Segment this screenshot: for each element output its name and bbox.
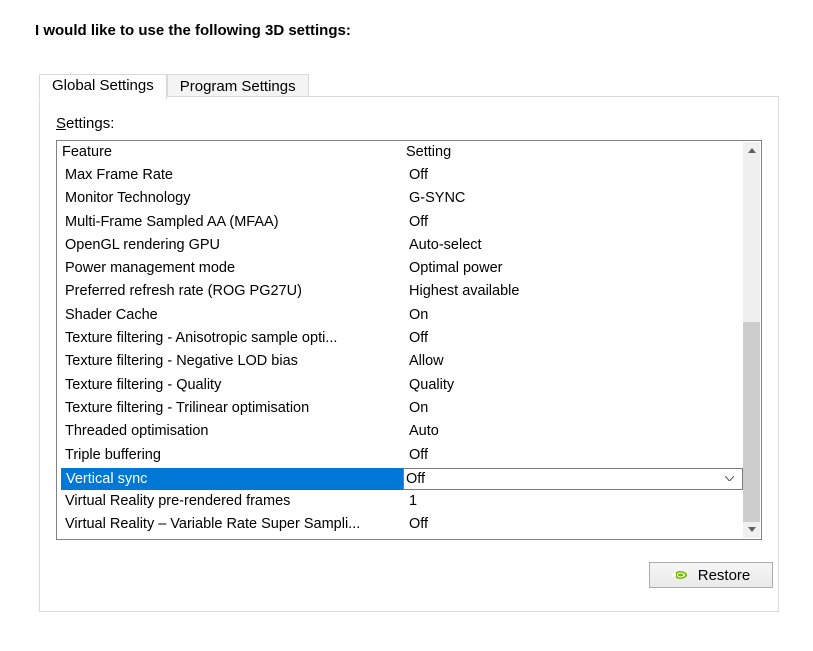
table-row[interactable]: Monitor TechnologyG-SYNC [57,187,743,210]
setting-cell: Allow [407,350,743,373]
setting-cell: Auto [407,420,743,443]
setting-dropdown[interactable]: Off [403,468,743,490]
table-header: FeatureSetting [57,141,743,164]
feature-cell: Triple buffering [61,444,407,467]
table-row[interactable]: Virtual Reality – Variable Rate Super Sa… [57,513,743,536]
feature-cell: Preferred refresh rate (ROG PG27U) [61,280,407,303]
scrollbar[interactable] [743,142,760,538]
setting-cell: On [407,397,743,420]
feature-cell: Texture filtering - Trilinear optimisati… [61,397,407,420]
table-row[interactable]: Vertical syncOff [57,467,743,490]
table-row[interactable]: Triple bufferingOff [57,444,743,467]
feature-cell: Max Frame Rate [61,164,407,187]
feature-cell: Virtual Reality pre-rendered frames [61,490,407,513]
scroll-thumb[interactable] [743,322,760,522]
column-header-feature: Feature [61,141,404,164]
table-row[interactable]: Threaded optimisationAuto [57,420,743,443]
feature-cell: Texture filtering - Anisotropic sample o… [61,327,407,350]
setting-cell: On [407,304,743,327]
setting-cell: Off [407,164,743,187]
feature-cell: Texture filtering - Negative LOD bias [61,350,407,373]
table-row[interactable]: Multi-Frame Sampled AA (MFAA)Off [57,211,743,234]
table-row[interactable]: Shader CacheOn [57,304,743,327]
feature-cell: Texture filtering - Quality [61,374,407,397]
scroll-down-button[interactable] [743,521,760,538]
settings-label: Settings: [56,115,114,132]
scroll-up-button[interactable] [743,142,760,159]
restore-button[interactable]: Restore [649,562,773,588]
settings-label-text: ettings: [66,115,114,132]
setting-cell: Quality [407,374,743,397]
table-row[interactable]: Texture filtering - Negative LOD biasAll… [57,350,743,373]
feature-cell: Monitor Technology [61,187,407,210]
column-header-setting: Setting [404,141,743,164]
settings-listbox[interactable]: FeatureSettingMax Frame RateOffMonitor T… [56,140,762,540]
setting-cell: Off [407,513,743,536]
feature-cell: Vertical sync [61,468,403,490]
table-row[interactable]: Max Frame RateOff [57,164,743,187]
table-row[interactable]: Preferred refresh rate (ROG PG27U)Highes… [57,280,743,303]
setting-cell: Highest available [407,280,743,303]
setting-cell: G-SYNC [407,187,743,210]
feature-cell: Virtual Reality – Variable Rate Super Sa… [61,513,407,536]
setting-cell: Auto-select [407,234,743,257]
table-row[interactable]: OpenGL rendering GPUAuto-select [57,234,743,257]
table-row[interactable]: Texture filtering - Trilinear optimisati… [57,397,743,420]
feature-cell: Power management mode [61,257,407,280]
page-heading: I would like to use the following 3D set… [35,22,351,39]
table-row[interactable]: Texture filtering - Anisotropic sample o… [57,327,743,350]
setting-value: Off [406,469,425,489]
tab-bar: Global SettingsProgram Settings [39,73,309,97]
restore-button-label: Restore [698,567,751,584]
feature-cell: Shader Cache [61,304,407,327]
setting-cell: Off [407,211,743,234]
setting-cell: 1 [407,490,743,513]
setting-cell: Off [407,444,743,467]
setting-cell: Optimal power [407,257,743,280]
tab-global-settings[interactable]: Global Settings [39,74,167,100]
chevron-down-icon [725,469,734,489]
table-row[interactable]: Texture filtering - QualityQuality [57,374,743,397]
table-row[interactable]: Virtual Reality pre-rendered frames1 [57,490,743,513]
table-row[interactable]: Power management modeOptimal power [57,257,743,280]
feature-cell: Multi-Frame Sampled AA (MFAA) [61,211,407,234]
nvidia-logo-icon [672,570,688,580]
feature-cell: OpenGL rendering GPU [61,234,407,257]
setting-cell: Off [407,327,743,350]
feature-cell: Threaded optimisation [61,420,407,443]
settings-label-accel: S [56,115,66,132]
